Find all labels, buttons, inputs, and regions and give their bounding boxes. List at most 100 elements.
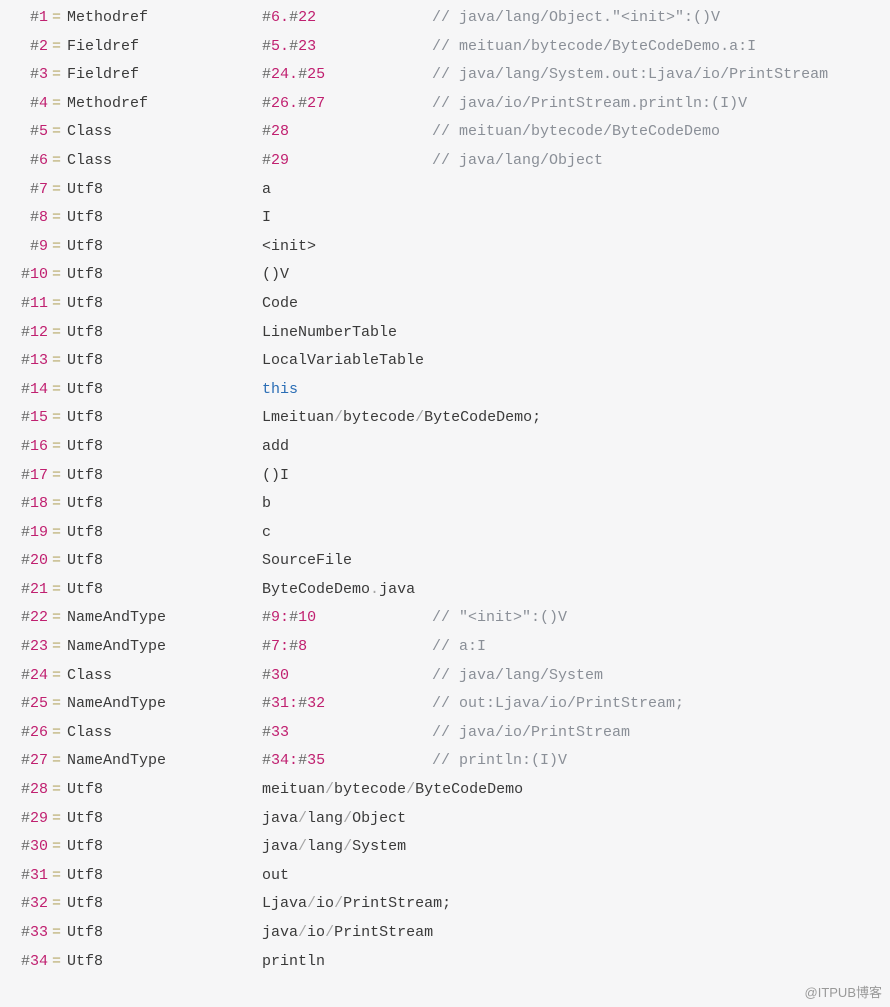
equals-sign: =: [48, 290, 67, 319]
entry-value: a: [262, 176, 432, 205]
equals-sign: =: [48, 776, 67, 805]
constant-pool-row: #22=NameAndType#9:#10// "<init>":()V: [8, 604, 882, 633]
entry-index: #4: [8, 90, 48, 119]
entry-value: #31:#32: [262, 690, 432, 719]
entry-index: #32: [8, 890, 48, 919]
constant-pool-row: #24=Class#30// java/lang/System: [8, 662, 882, 691]
entry-kind: Utf8: [67, 347, 262, 376]
entry-index: #9: [8, 233, 48, 262]
constant-pool-row: #9=Utf8<init>: [8, 233, 882, 262]
entry-comment: // java/io/PrintStream.println:(I)V: [432, 90, 747, 119]
equals-sign: =: [48, 662, 67, 691]
equals-sign: =: [48, 204, 67, 233]
entry-kind: Utf8: [67, 319, 262, 348]
equals-sign: =: [48, 719, 67, 748]
constant-pool-row: #30=Utf8java/lang/System: [8, 833, 882, 862]
constant-pool-row: #1=Methodref#6.#22// java/lang/Object."<…: [8, 4, 882, 33]
entry-value: out: [262, 862, 432, 891]
constant-pool-row: #13=Utf8LocalVariableTable: [8, 347, 882, 376]
entry-kind: Methodref: [67, 4, 262, 33]
entry-kind: Utf8: [67, 576, 262, 605]
entry-value: #28: [262, 118, 432, 147]
entry-kind: Fieldref: [67, 33, 262, 62]
entry-kind: NameAndType: [67, 604, 262, 633]
entry-value: LocalVariableTable: [262, 347, 432, 376]
entry-value: meituan/bytecode/ByteCodeDemo: [262, 776, 432, 805]
constant-pool-row: #14=Utf8this: [8, 376, 882, 405]
entry-value: ()V: [262, 261, 432, 290]
entry-kind: Utf8: [67, 376, 262, 405]
constant-pool-row: #25=NameAndType#31:#32// out:Ljava/io/Pr…: [8, 690, 882, 719]
entry-index: #27: [8, 747, 48, 776]
constant-pool-row: #20=Utf8SourceFile: [8, 547, 882, 576]
entry-kind: Utf8: [67, 204, 262, 233]
entry-value: #7:#8: [262, 633, 432, 662]
entry-value: LineNumberTable: [262, 319, 432, 348]
watermark: @ITPUB博客: [0, 976, 890, 1007]
entry-comment: // java/lang/Object: [432, 147, 603, 176]
entry-index: #23: [8, 633, 48, 662]
constant-pool-row: #5=Class#28// meituan/bytecode/ByteCodeD…: [8, 118, 882, 147]
constant-pool-row: #10=Utf8()V: [8, 261, 882, 290]
entry-kind: Utf8: [67, 233, 262, 262]
entry-value: #6.#22: [262, 4, 432, 33]
constant-pool-row: #6=Class#29// java/lang/Object: [8, 147, 882, 176]
entry-index: #31: [8, 862, 48, 891]
equals-sign: =: [48, 147, 67, 176]
entry-index: #19: [8, 519, 48, 548]
equals-sign: =: [48, 805, 67, 834]
entry-value: java/io/PrintStream: [262, 919, 432, 948]
entry-kind: Utf8: [67, 833, 262, 862]
equals-sign: =: [48, 61, 67, 90]
constant-pool-row: #29=Utf8java/lang/Object: [8, 805, 882, 834]
entry-index: #2: [8, 33, 48, 62]
entry-value: Lmeituan/bytecode/ByteCodeDemo;: [262, 404, 432, 433]
entry-kind: Utf8: [67, 776, 262, 805]
entry-kind: Utf8: [67, 462, 262, 491]
constant-pool-row: #4=Methodref#26.#27// java/io/PrintStrea…: [8, 90, 882, 119]
entry-index: #10: [8, 261, 48, 290]
entry-index: #21: [8, 576, 48, 605]
constant-pool-row: #11=Utf8Code: [8, 290, 882, 319]
entry-index: #7: [8, 176, 48, 205]
entry-kind: NameAndType: [67, 747, 262, 776]
entry-value: java/lang/Object: [262, 805, 432, 834]
constant-pool-row: #27=NameAndType#34:#35// println:(I)V: [8, 747, 882, 776]
entry-index: #11: [8, 290, 48, 319]
equals-sign: =: [48, 747, 67, 776]
entry-value: ()I: [262, 462, 432, 491]
entry-index: #18: [8, 490, 48, 519]
equals-sign: =: [48, 433, 67, 462]
entry-index: #15: [8, 404, 48, 433]
entry-index: #29: [8, 805, 48, 834]
entry-comment: // java/io/PrintStream: [432, 719, 630, 748]
constant-pool-row: #19=Utf8c: [8, 519, 882, 548]
entry-kind: Utf8: [67, 948, 262, 977]
equals-sign: =: [48, 90, 67, 119]
constant-pool-row: #21=Utf8ByteCodeDemo.java: [8, 576, 882, 605]
entry-index: #30: [8, 833, 48, 862]
constant-pool-row: #31=Utf8out: [8, 862, 882, 891]
constant-pool-row: #34=Utf8println: [8, 948, 882, 977]
equals-sign: =: [48, 33, 67, 62]
entry-index: #3: [8, 61, 48, 90]
equals-sign: =: [48, 919, 67, 948]
constant-pool-row: #23=NameAndType#7:#8// a:I: [8, 633, 882, 662]
entry-kind: Utf8: [67, 862, 262, 891]
constant-pool-row: #33=Utf8java/io/PrintStream: [8, 919, 882, 948]
entry-value: java/lang/System: [262, 833, 432, 862]
equals-sign: =: [48, 948, 67, 977]
entry-value: #30: [262, 662, 432, 691]
entry-comment: // a:I: [432, 633, 486, 662]
equals-sign: =: [48, 261, 67, 290]
entry-value: c: [262, 519, 432, 548]
constant-pool-listing: #1=Methodref#6.#22// java/lang/Object."<…: [0, 0, 890, 976]
entry-index: #8: [8, 204, 48, 233]
constant-pool-row: #26=Class#33// java/io/PrintStream: [8, 719, 882, 748]
entry-value: b: [262, 490, 432, 519]
equals-sign: =: [48, 118, 67, 147]
entry-kind: Utf8: [67, 176, 262, 205]
entry-kind: Utf8: [67, 261, 262, 290]
equals-sign: =: [48, 490, 67, 519]
entry-comment: // out:Ljava/io/PrintStream;: [432, 690, 684, 719]
